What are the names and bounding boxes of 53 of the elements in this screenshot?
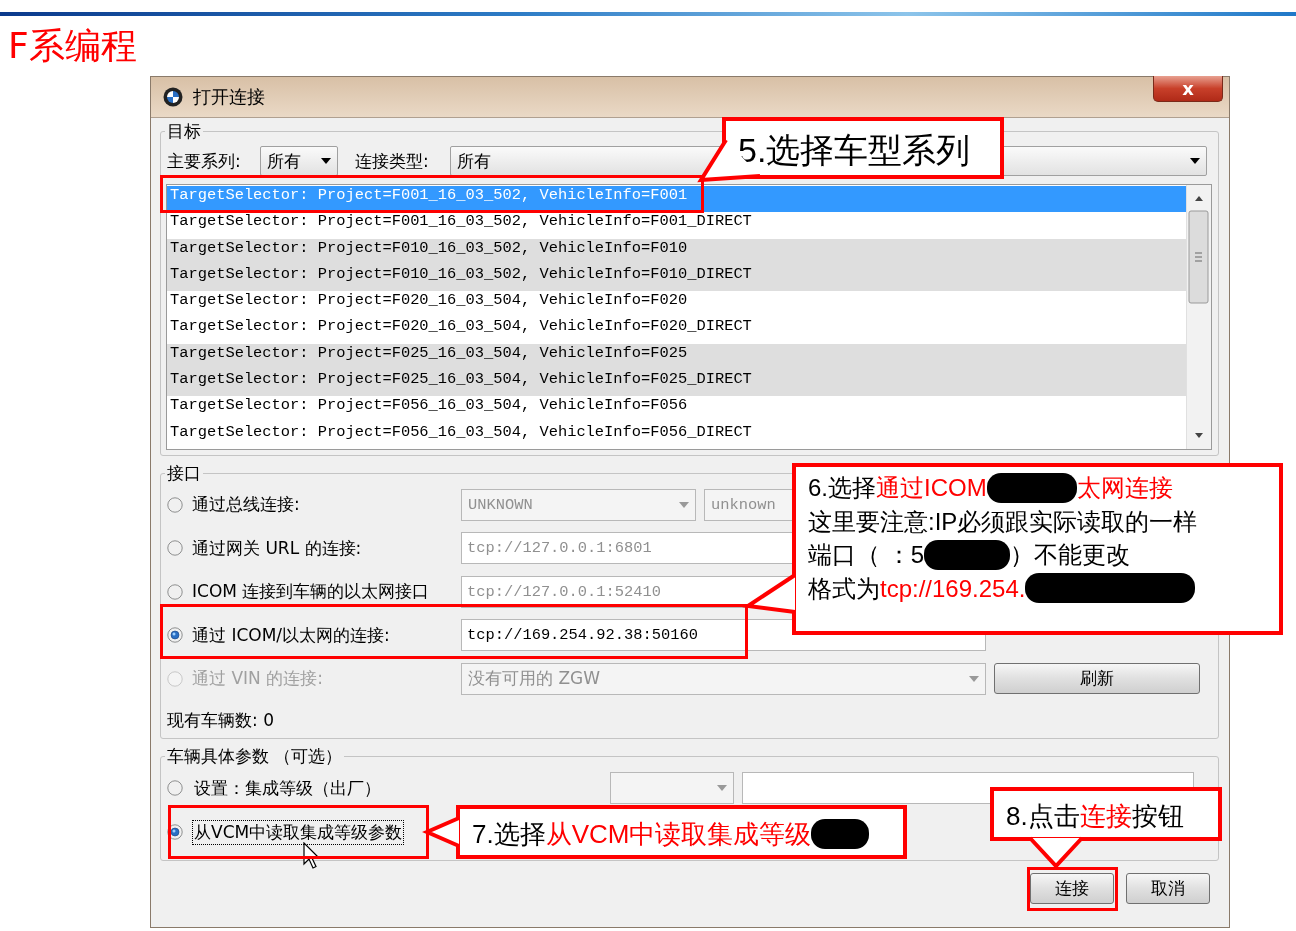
close-button[interactable]: x xyxy=(1153,76,1223,102)
callout-text: 格式为 xyxy=(808,573,880,604)
series-dropdown[interactable]: 所有 xyxy=(260,146,338,176)
target-list-item[interactable]: TargetSelector: Project=F025_16_03_504, VehicleInfo=F025_DIRECT xyxy=(167,370,1186,397)
radio-button[interactable] xyxy=(167,583,183,600)
window-title: 打开连接 xyxy=(193,85,265,109)
cancel-button[interactable]: 取消 xyxy=(1126,873,1210,904)
callout-text: 7.选择 xyxy=(472,818,546,851)
dropdown-caret-icon xyxy=(1190,158,1200,164)
dropdown-caret-icon xyxy=(717,785,727,791)
target-list-item[interactable]: TargetSelector: Project=F020_16_03_504, VehicleInfo=F020 xyxy=(167,291,1186,318)
redaction-mark xyxy=(811,819,870,849)
option-label: 通过总线连接: xyxy=(192,493,300,517)
radio-button[interactable] xyxy=(167,627,183,644)
callout-highlight-text: 从VCM中读取集成等级 xyxy=(545,818,812,851)
radio-button[interactable] xyxy=(167,540,183,557)
connect-button[interactable]: 连接 xyxy=(1030,873,1114,904)
vehicle-count: 现有车辆数: 0 xyxy=(167,708,274,732)
target-list-item[interactable]: TargetSelector: Project=F025_16_03_504, VehicleInfo=F025 xyxy=(167,343,1186,371)
group-title: 目标 xyxy=(166,121,202,141)
callout-highlight-text: 连接 xyxy=(1079,800,1132,833)
dropdown-caret-icon xyxy=(679,501,689,508)
dropdown-caret-icon xyxy=(321,158,331,164)
dropdown-caret-icon xyxy=(969,675,979,682)
target-list-item[interactable]: TargetSelector: Project=F001_16_03_502, VehicleInfo=F001_DIRECT xyxy=(167,212,1186,239)
option-label: 设置：集成等级（出厂） xyxy=(193,776,382,800)
field-label: 主要系列: xyxy=(167,149,242,173)
option-label: 通过 ICOM/以太网的连接: xyxy=(192,623,390,647)
target-list-item[interactable]: TargetSelector: Project=F010_16_03_502, VehicleInfo=F010_DIRECT xyxy=(167,264,1186,292)
radio-button[interactable] xyxy=(167,496,183,513)
callout-text: ）不能更改 xyxy=(1010,540,1130,570)
target-list-item[interactable]: TargetSelector: Project=F056_16_03_504, VehicleInfo=F056 xyxy=(167,396,1186,423)
radio-button[interactable] xyxy=(167,824,183,840)
scrollbar[interactable] xyxy=(1186,185,1211,449)
option-label: 从VCM中读取集成等级参数 xyxy=(192,819,405,845)
dropdown[interactable] xyxy=(610,772,734,804)
radio-button[interactable] xyxy=(167,780,183,796)
option-label: ICOM 连接到车辆的以太网接口 xyxy=(192,580,430,604)
target-list-item[interactable]: TargetSelector: Project=F010_16_03_502, VehicleInfo=F010 xyxy=(167,238,1186,265)
group-title: 接口 xyxy=(166,463,202,483)
callout-text: 8.点击 xyxy=(1006,800,1080,833)
callout-text: 按钮 xyxy=(1131,800,1184,833)
target-list-item[interactable]: TargetSelector: Project=F020_16_03_504, VehicleInfo=F020_DIRECT xyxy=(167,317,1186,344)
logo-icon xyxy=(163,87,183,107)
callout-text: 6.选择 xyxy=(808,473,876,503)
option-label: 通过网关 URL 的连接: xyxy=(192,536,362,560)
callout-highlight-text: 通过ICOM xyxy=(876,473,987,503)
option-label: 通过 VIN 的连接: xyxy=(192,667,323,691)
group-title: 车辆具体参数 （可选） xyxy=(166,746,344,766)
callout-highlight-text: 太网连接 xyxy=(1076,473,1173,503)
target-list-item[interactable]: TargetSelector: Project=F056_16_03_504, VehicleInfo=F056_DIRECT xyxy=(167,422,1186,449)
slide-title: F系编程 xyxy=(8,26,137,66)
field-label: 连接类型: xyxy=(355,149,430,173)
